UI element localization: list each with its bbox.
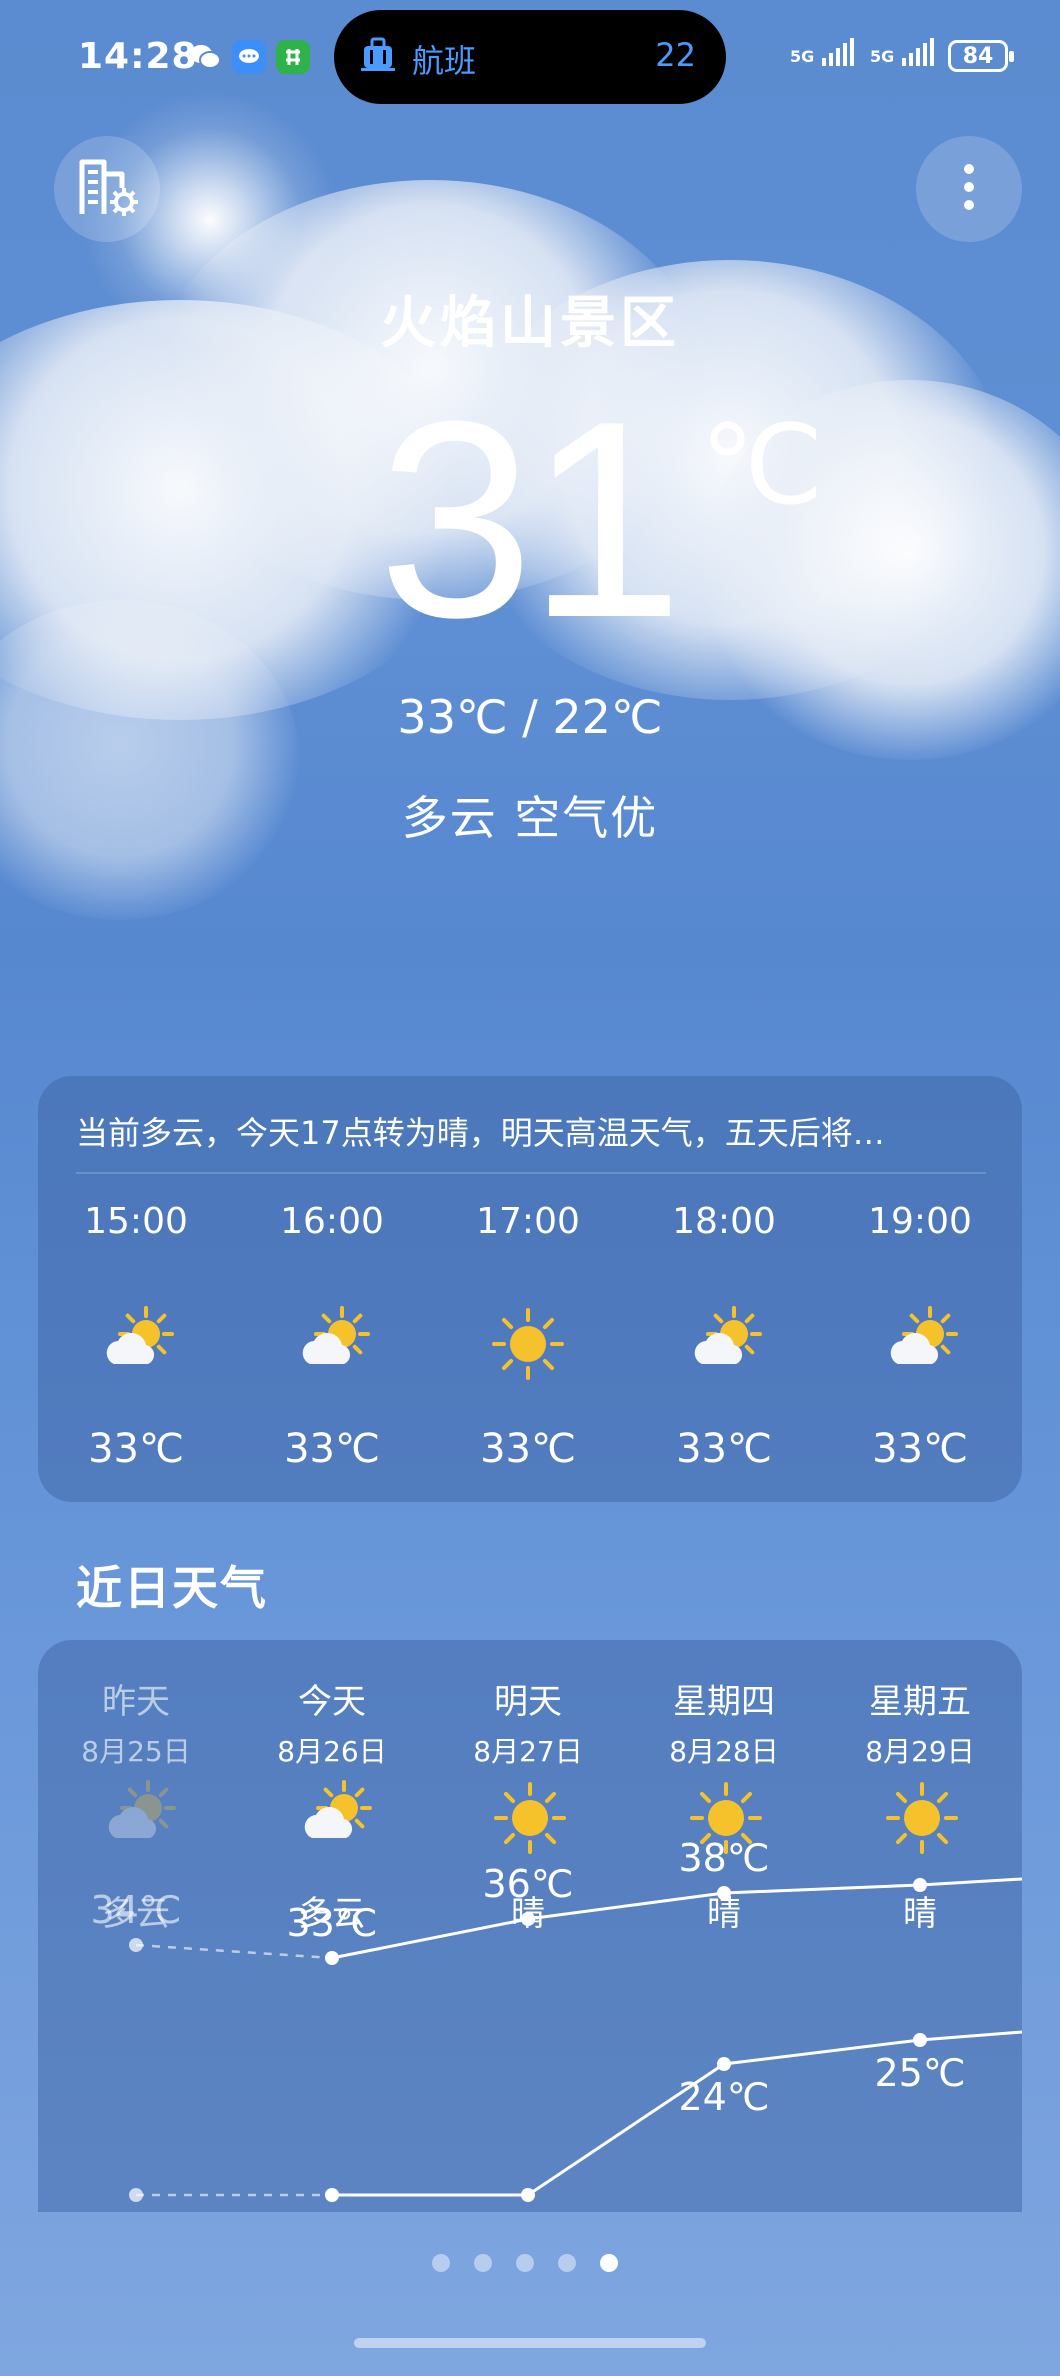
low-temp-point	[521, 2188, 535, 2202]
high-temp-label: 34℃	[90, 1888, 181, 1932]
hourly-temp: 33℃	[284, 1426, 380, 1472]
wechat-icon	[188, 40, 222, 74]
city-name: 火焰山景区	[380, 291, 680, 356]
high-temp-label: 33℃	[286, 1901, 377, 1945]
high-trend-line-past	[135, 1943, 333, 1960]
hourly-item: 16:00 33℃	[234, 1076, 430, 1502]
page-dot[interactable]	[474, 2254, 492, 2272]
temperature-unit: ℃	[700, 401, 824, 529]
partly-cloudy-icon	[98, 1306, 174, 1382]
partly-cloudy-icon	[294, 1306, 370, 1382]
signal-5g-2: 5G	[870, 38, 934, 68]
high-temp-point	[913, 1878, 927, 1892]
more-vertical-icon	[962, 162, 976, 216]
home-indicator[interactable]	[354, 2338, 706, 2348]
hourly-temp: 33℃	[480, 1426, 576, 1472]
low-temp-label: 24℃	[678, 2075, 769, 2119]
status-bar: 14:28 航班 22 5G 5G 84	[0, 0, 1060, 120]
hourly-time: 16:00	[280, 1201, 384, 1242]
suitcase-icon	[358, 34, 398, 74]
current-condition: 多云 空气优	[401, 791, 659, 845]
high-temp-point	[717, 1886, 731, 1900]
page-dot[interactable]	[516, 2254, 534, 2272]
temperature-trend-chart: 34℃ 33℃ 36℃ 38℃ 24℃ 25℃	[90, 1836, 1022, 2202]
high-temp-point	[129, 1938, 143, 1952]
partly-cloudy-icon	[882, 1306, 958, 1382]
signal-label-2: 5G	[870, 47, 895, 66]
battery-indicator: 84	[948, 40, 1014, 72]
message-icon	[232, 40, 266, 74]
sunny-icon	[490, 1306, 566, 1382]
hourly-time: 15:00	[84, 1201, 188, 1242]
hourly-temp: 33℃	[676, 1426, 772, 1472]
low-temp-point	[913, 2033, 927, 2047]
hourly-item: 17:00 33℃	[430, 1076, 626, 1502]
hourly-temp: 33℃	[88, 1426, 184, 1472]
low-temp-point	[717, 2057, 731, 2071]
hourly-temp: 33℃	[872, 1426, 968, 1472]
daily-forecast-card[interactable]: 昨天8月25日多云今天8月26日多云明天8月27日晴星期四8月28日晴星期五8月…	[38, 1640, 1022, 2212]
page-dot[interactable]	[432, 2254, 450, 2272]
page-dot[interactable]	[558, 2254, 576, 2272]
daily-section-title: 近日天气	[76, 1561, 268, 1615]
city-settings-icon	[74, 156, 140, 222]
more-options-button[interactable]	[916, 136, 1022, 242]
high-temp-point	[325, 1951, 339, 1965]
hourly-time: 18:00	[672, 1201, 776, 1242]
flight-label: 航班	[412, 42, 477, 80]
low-temp-label: 25℃	[874, 2051, 965, 2095]
hourly-forecast-card[interactable]: 当前多云，今天17点转为晴，明天高温天气，五天后将… 15:00 33℃ 16:00…	[38, 1076, 1022, 1502]
high-temp-label: 38℃	[678, 1836, 769, 1880]
low-temp-point	[325, 2188, 339, 2202]
hourly-item: 19:00 33℃	[822, 1076, 1018, 1502]
signal-label-1: 5G	[790, 47, 815, 66]
low-temp-point	[129, 2188, 143, 2202]
current-temperature: 31	[378, 364, 683, 676]
flight-live-activity[interactable]: 航班 22	[334, 10, 726, 104]
page-dot[interactable]	[600, 2254, 618, 2272]
signal-5g-1: 5G	[790, 38, 854, 68]
high-temp-point	[521, 1912, 535, 1926]
flight-count: 22	[655, 36, 696, 74]
high-temp-label: 36℃	[482, 1862, 573, 1906]
hourly-item: 18:00 33℃	[626, 1076, 822, 1502]
city-manage-button[interactable]	[54, 136, 160, 242]
temperature-range: 33℃ / 22℃	[397, 690, 663, 744]
app-notification-icon	[276, 40, 310, 74]
page-indicator[interactable]	[432, 2250, 632, 2274]
hourly-time: 17:00	[476, 1201, 580, 1242]
hourly-item: 15:00 33℃	[38, 1076, 234, 1502]
partly-cloudy-icon	[686, 1306, 762, 1382]
clock: 14:28	[78, 36, 198, 77]
hourly-time: 19:00	[868, 1201, 972, 1242]
